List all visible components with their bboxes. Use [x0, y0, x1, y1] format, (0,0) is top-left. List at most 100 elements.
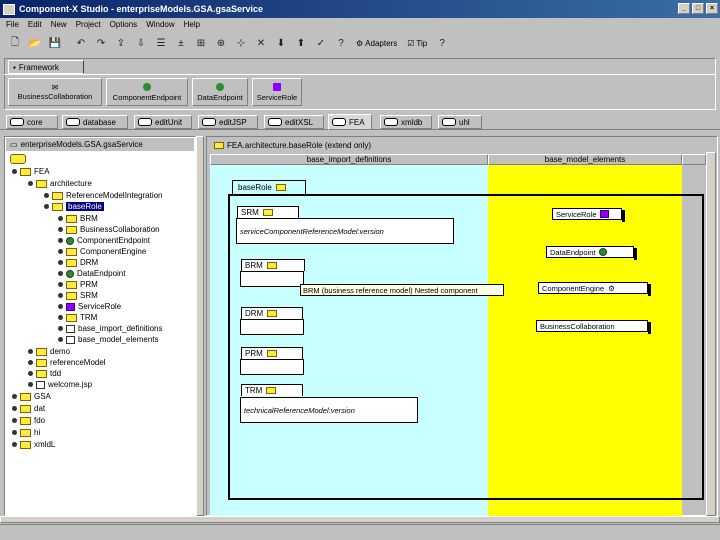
save-icon[interactable]: 💾 — [46, 34, 64, 52]
tree-item-architecture[interactable]: architecture — [28, 178, 92, 189]
tree-item-tdd[interactable]: tdd — [28, 368, 61, 379]
tree-item-trm[interactable]: TRM — [58, 312, 97, 323]
toolbar: 🗋 📂 💾 ↶ ↷ ⇪ ⇩ ☰ ± ⊞ ⊕ ⊹ ✕ ⬇ ⬆ ✓ ? ⚙ Adap… — [0, 32, 720, 54]
tree-item-brm[interactable]: BRM — [58, 213, 98, 224]
undo-icon[interactable]: ↶ — [72, 34, 90, 52]
tree-item-dat[interactable]: dat — [12, 403, 45, 414]
tree-item-gsa[interactable]: GSA — [12, 391, 51, 402]
tree-item-component-engine[interactable]: ComponentEngine — [58, 246, 146, 257]
tree-label: DRM — [80, 258, 99, 267]
list-icon[interactable]: ☰ — [152, 34, 170, 52]
move-up-icon[interactable]: ⬆ — [292, 34, 310, 52]
tab-editjsp[interactable]: editJSP — [198, 115, 258, 129]
add-element-icon[interactable]: ⊹ — [232, 34, 250, 52]
menu-edit[interactable]: Edit — [28, 20, 42, 29]
tree-item-hi[interactable]: hi — [12, 427, 40, 438]
editor-scrollbar[interactable] — [706, 152, 716, 516]
tree-label: ServiceRole — [78, 302, 122, 311]
new-file-icon[interactable]: 🗋 — [6, 34, 24, 52]
validate-icon[interactable]: ✓ — [312, 34, 330, 52]
menu-project[interactable]: Project — [76, 20, 101, 29]
component-drm-body[interactable] — [240, 319, 304, 335]
export-icon[interactable]: ⇪ — [112, 34, 130, 52]
jsp-file-icon — [36, 380, 45, 389]
delete-icon[interactable]: ✕ — [252, 34, 270, 52]
tree-item-srm[interactable]: SRM — [58, 290, 98, 301]
tree-item-drm[interactable]: DRM — [58, 257, 98, 268]
tree-item-fea[interactable]: FEA — [12, 166, 50, 177]
palette-component-endpoint[interactable]: ComponentEndpoint — [106, 78, 188, 106]
menu-options[interactable]: Options — [110, 20, 138, 29]
folder-icon — [36, 358, 47, 367]
element-business-collaboration[interactable]: BusinessCollaboration — [536, 320, 651, 334]
tab-fea[interactable]: FEA — [328, 114, 372, 130]
align-icon[interactable]: ⊞ — [192, 34, 210, 52]
tree-item-base-import-definitions[interactable]: base_import_definitions — [58, 323, 163, 334]
palette-service-role[interactable]: ServiceRole — [252, 78, 302, 106]
move-down-icon[interactable]: ⬇ — [272, 34, 290, 52]
menu-window[interactable]: Window — [146, 20, 174, 29]
tree-item-baserole[interactable]: baseRole — [44, 201, 104, 212]
horizontal-scrollbar[interactable] — [0, 516, 720, 523]
expander-icon — [28, 382, 33, 387]
adapters-button[interactable]: ⚙ Adapters — [352, 34, 401, 52]
tree-item-fdo[interactable]: fdo — [12, 415, 45, 426]
tab-xmldb[interactable]: xmldb — [380, 115, 432, 129]
editor-header: FEA.architecture.baseRole (extend only) — [210, 139, 716, 152]
tree-item-reference-model-integration[interactable]: ReferenceModelIntegration — [44, 190, 163, 201]
import-icon[interactable]: ⇩ — [132, 34, 150, 52]
open-folder-icon[interactable]: 📂 — [26, 34, 44, 52]
menu-new[interactable]: New — [51, 20, 67, 29]
redo-icon[interactable]: ↷ — [92, 34, 110, 52]
palette-data-endpoint[interactable]: DataEndpoint — [192, 78, 248, 106]
tip-toggle[interactable]: ☑ Tip — [403, 34, 431, 52]
component-brm-body[interactable] — [240, 271, 304, 287]
tree-item-business-collaboration[interactable]: BusinessCollaboration — [58, 224, 160, 235]
tree-item-prm[interactable]: PRM — [58, 279, 98, 290]
menu-file[interactable]: File — [6, 20, 19, 29]
tree-item-data-endpoint[interactable]: DataEndpoint — [58, 268, 125, 279]
component-trm-tab[interactable]: TRM — [241, 384, 303, 396]
tab-editunit[interactable]: editUnit — [134, 115, 192, 129]
folder-icon — [66, 214, 77, 223]
help-icon[interactable]: ? — [332, 34, 350, 52]
tab-database[interactable]: database — [62, 115, 128, 129]
tab-core[interactable]: core — [6, 115, 58, 129]
column-header-right[interactable]: base_model_elements — [488, 154, 682, 165]
menu-help[interactable]: Help — [184, 20, 200, 29]
tree-item-welcome-jsp[interactable]: welcome.jsp — [28, 379, 92, 390]
close-button[interactable]: × — [706, 3, 718, 14]
baserole-tab[interactable]: baseRole — [232, 180, 306, 194]
palette-business-collaboration[interactable]: ✉ BusinessCollaboration — [8, 78, 102, 106]
tab-framework[interactable]: ▪ Framework — [8, 60, 84, 74]
tree-item-reference-model[interactable]: referenceModel — [28, 357, 106, 368]
minimize-button[interactable]: _ — [678, 3, 690, 14]
package-icon — [332, 118, 346, 126]
maximize-button[interactable]: □ — [692, 3, 704, 14]
element-data-endpoint[interactable]: DataEndpoint — [546, 246, 637, 260]
tree-scrollbar[interactable] — [196, 136, 204, 516]
question-icon[interactable]: ? — [433, 34, 451, 52]
expander-icon — [58, 326, 63, 331]
component-prm-body[interactable] — [240, 359, 304, 375]
element-component-engine[interactable]: ComponentEngine ⚙ — [538, 282, 651, 296]
tab-uhl[interactable]: uhl — [438, 115, 482, 129]
tree-item-service-role[interactable]: ServiceRole — [58, 301, 121, 312]
column-header-left[interactable]: base_import_definitions — [210, 154, 488, 165]
component-srm-body[interactable]: serviceComponentReferenceModel:version — [236, 218, 454, 244]
insert-icon[interactable]: ⊕ — [212, 34, 230, 52]
tree-item-xmldl[interactable]: xmldL — [12, 439, 55, 450]
tree-item-base-model-elements[interactable]: base_model_elements — [58, 334, 159, 345]
component-prm-tab[interactable]: PRM — [241, 347, 303, 359]
add-icon[interactable]: ± — [172, 34, 190, 52]
component-brm-tab[interactable]: BRM — [241, 259, 305, 271]
element-service-role[interactable]: ServiceRole — [552, 208, 625, 222]
component-drm-tab[interactable]: DRM — [241, 307, 303, 319]
app-icon — [3, 3, 15, 15]
expander-icon — [28, 371, 33, 376]
component-srm-tab[interactable]: SRM — [237, 206, 299, 218]
component-trm-body[interactable]: technicalReferenceModel:version — [240, 397, 418, 423]
tree-item-component-endpoint[interactable]: ComponentEndpoint — [58, 235, 150, 246]
tree-item-demo[interactable]: demo — [28, 346, 70, 357]
tab-editxsl[interactable]: editXSL — [264, 115, 324, 129]
